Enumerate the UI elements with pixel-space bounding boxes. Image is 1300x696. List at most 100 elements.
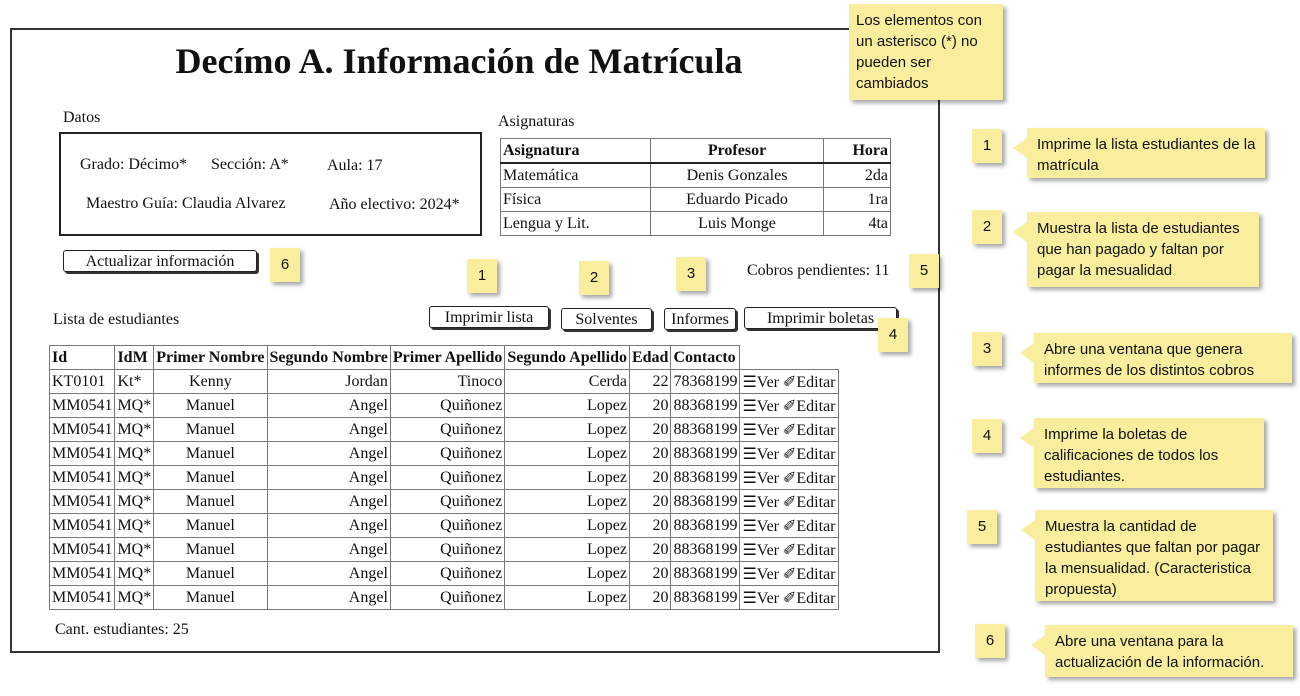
students-header-contacto: Contacto bbox=[670, 345, 741, 370]
student-primer-nombre: Manuel bbox=[153, 393, 268, 418]
student-primer-apellido: Quiñonez bbox=[389, 393, 506, 418]
student-id: MM0541 bbox=[48, 513, 116, 538]
students-header-segundo-nombre: Segundo Nombre bbox=[266, 345, 391, 370]
student-idm: MQ* bbox=[114, 393, 155, 418]
seccion-label: Sección: A* bbox=[211, 156, 289, 173]
datos-heading: Datos bbox=[63, 109, 101, 126]
edit-link[interactable]: ✐Editar bbox=[783, 494, 836, 511]
view-link[interactable]: ☰Ver bbox=[742, 446, 779, 463]
callout-6: Abre una ventana para la actualización d… bbox=[1031, 625, 1293, 677]
table-row: MM0541 MQ* Manuel Angel Quiñonez Lopez 20 88368… bbox=[48, 585, 839, 610]
student-segundo-nombre: Angel bbox=[266, 585, 391, 610]
students-header-edad: Edad bbox=[628, 345, 672, 370]
student-primer-apellido: Quiñonez bbox=[389, 417, 506, 442]
edit-link[interactable]: ✐Editar bbox=[783, 542, 836, 559]
callout-5: Muestra la cantidad de estudiantes que f… bbox=[1021, 510, 1273, 601]
student-segundo-nombre: Jordan bbox=[266, 369, 391, 394]
student-id: MM0541 bbox=[48, 441, 116, 466]
student-primer-nombre: Manuel bbox=[153, 513, 268, 538]
student-primer-apellido: Quiñonez bbox=[389, 489, 506, 514]
row-actions: ☰Ver ✐Editar bbox=[739, 561, 839, 586]
subjects-header-asignatura: Asignatura bbox=[500, 138, 651, 164]
marker-1: 1 bbox=[467, 259, 497, 293]
view-link[interactable]: ☰Ver bbox=[742, 566, 779, 583]
student-segundo-nombre: Angel bbox=[266, 441, 391, 466]
student-edad: 20 bbox=[628, 513, 672, 538]
subject-row: Física Eduardo Picado 1ra bbox=[500, 187, 891, 212]
imprimir-lista-button[interactable]: Imprimir lista bbox=[429, 306, 549, 328]
student-segundo-nombre: Angel bbox=[266, 417, 391, 442]
view-link[interactable]: ☰Ver bbox=[742, 590, 779, 607]
edit-link[interactable]: ✐Editar bbox=[783, 374, 836, 391]
asterisk-note: Los elementos con un asterisco (*) no pu… bbox=[849, 4, 1003, 100]
student-primer-nombre: Manuel bbox=[153, 489, 268, 514]
marker-4: 4 bbox=[878, 318, 908, 352]
subject-teacher: Luis Monge bbox=[650, 211, 824, 236]
edit-link[interactable]: ✐Editar bbox=[783, 398, 836, 415]
edit-link[interactable]: ✐Editar bbox=[783, 566, 836, 583]
view-link[interactable]: ☰Ver bbox=[742, 398, 779, 415]
cant-estudiantes: Cant. estudiantes: 25 bbox=[55, 621, 189, 638]
student-primer-apellido: Quiñonez bbox=[389, 513, 506, 538]
student-primer-nombre: Manuel bbox=[153, 465, 268, 490]
student-segundo-apellido: Cerda bbox=[504, 369, 630, 394]
student-contacto: 88368199 bbox=[670, 465, 741, 490]
side-marker-3: 3 bbox=[972, 332, 1002, 366]
student-contacto: 88368199 bbox=[670, 585, 741, 610]
edit-link[interactable]: ✐Editar bbox=[783, 590, 836, 607]
view-link[interactable]: ☰Ver bbox=[742, 494, 779, 511]
student-id: MM0541 bbox=[48, 561, 116, 586]
student-segundo-nombre: Angel bbox=[266, 393, 391, 418]
subject-row: Lengua y Lit. Luis Monge 4ta bbox=[500, 211, 891, 236]
view-link[interactable]: ☰Ver bbox=[742, 374, 779, 391]
table-row: MM0541 MQ* Manuel Angel Quiñonez Lopez 20 88368… bbox=[48, 417, 839, 442]
student-primer-nombre: Manuel bbox=[153, 441, 268, 466]
edit-link[interactable]: ✐Editar bbox=[783, 470, 836, 487]
marker-3: 3 bbox=[676, 257, 706, 291]
students-header-segundo-apellido: Segundo Apellido bbox=[504, 345, 630, 370]
edit-link[interactable]: ✐Editar bbox=[783, 422, 836, 439]
student-segundo-apellido: Lopez bbox=[504, 561, 630, 586]
student-edad: 20 bbox=[628, 393, 672, 418]
view-link[interactable]: ☰Ver bbox=[742, 422, 779, 439]
student-segundo-nombre: Angel bbox=[266, 561, 391, 586]
view-link[interactable]: ☰Ver bbox=[742, 470, 779, 487]
row-actions: ☰Ver ✐Editar bbox=[739, 393, 839, 418]
student-primer-apellido: Quiñonez bbox=[389, 585, 506, 610]
actualizar-button[interactable]: Actualizar información bbox=[63, 250, 257, 272]
table-row: MM0541 MQ* Manuel Angel Quiñonez Lopez 20 88368… bbox=[48, 513, 839, 538]
informes-button[interactable]: Informes bbox=[664, 308, 736, 330]
table-row: MM0541 MQ* Manuel Angel Quiñonez Lopez 20 88368… bbox=[48, 441, 839, 466]
edit-link[interactable]: ✐Editar bbox=[783, 446, 836, 463]
view-link[interactable]: ☰Ver bbox=[742, 542, 779, 559]
students-header-actions bbox=[740, 346, 838, 370]
student-primer-apellido: Quiñonez bbox=[389, 465, 506, 490]
subjects-table: Asignatura Profesor Hora Matemática Deni… bbox=[500, 138, 891, 236]
row-actions: ☰Ver ✐Editar bbox=[739, 537, 839, 562]
student-id: MM0541 bbox=[48, 417, 116, 442]
table-row: MM0541 MQ* Manuel Angel Quiñonez Lopez 20 88368… bbox=[48, 465, 839, 490]
marker-6: 6 bbox=[270, 248, 300, 282]
student-segundo-apellido: Lopez bbox=[504, 513, 630, 538]
student-segundo-nombre: Angel bbox=[266, 513, 391, 538]
view-link[interactable]: ☰Ver bbox=[742, 518, 779, 535]
side-marker-6: 6 bbox=[975, 624, 1005, 658]
edit-link[interactable]: ✐Editar bbox=[783, 518, 836, 535]
student-id: KT0101 bbox=[48, 369, 116, 394]
asignaturas-heading: Asignaturas bbox=[498, 113, 575, 130]
row-actions: ☰Ver ✐Editar bbox=[739, 441, 839, 466]
student-id: MM0541 bbox=[48, 585, 116, 610]
student-edad: 20 bbox=[628, 561, 672, 586]
student-primer-nombre: Kenny bbox=[153, 369, 268, 394]
student-idm: MQ* bbox=[114, 537, 155, 562]
side-marker-4: 4 bbox=[972, 419, 1002, 453]
side-marker-2: 2 bbox=[972, 210, 1002, 244]
students-header-id: Id bbox=[48, 345, 116, 370]
solventes-button[interactable]: Solventes bbox=[561, 308, 652, 330]
student-segundo-nombre: Angel bbox=[266, 465, 391, 490]
imprimir-boletas-button[interactable]: Imprimir boletas bbox=[744, 307, 897, 329]
student-primer-nombre: Manuel bbox=[153, 561, 268, 586]
student-edad: 20 bbox=[628, 417, 672, 442]
student-edad: 20 bbox=[628, 489, 672, 514]
student-idm: Kt* bbox=[114, 369, 155, 394]
